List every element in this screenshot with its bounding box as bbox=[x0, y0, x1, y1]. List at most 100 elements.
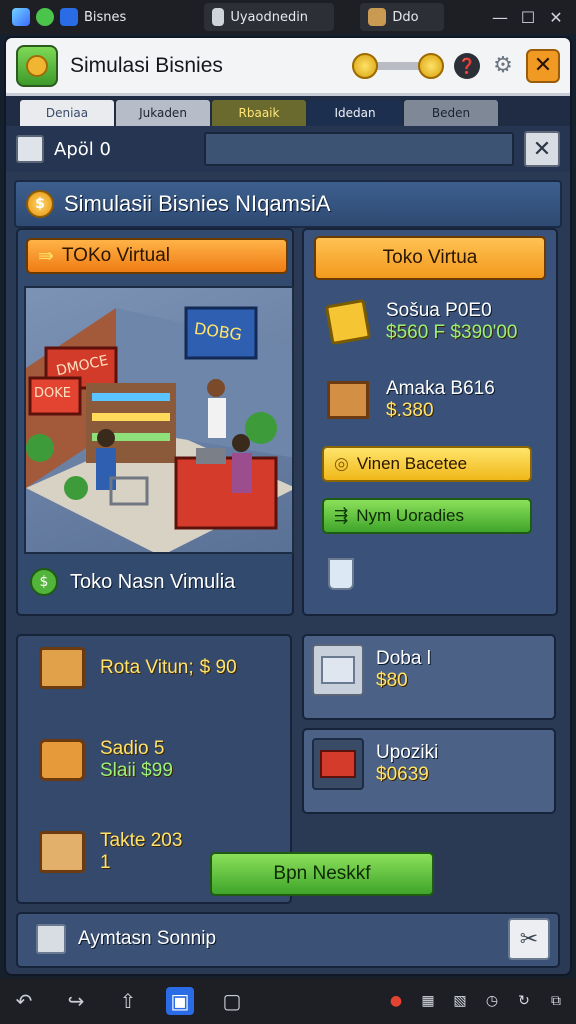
item-price: Slaii $99 bbox=[100, 760, 173, 781]
app-titlebar: Simulasi Bisnies ❓ ⚙ ✕ bbox=[6, 38, 570, 96]
inventory-card-0[interactable]: Doba l $80 bbox=[302, 634, 556, 720]
search-label: Apöl 0 bbox=[54, 138, 111, 160]
os-tab-label: Ddo bbox=[392, 9, 419, 25]
document-icon bbox=[16, 135, 44, 163]
cash-register-icon bbox=[312, 738, 364, 790]
layers-icon bbox=[12, 8, 30, 26]
item-price: $560 F $390'00 bbox=[386, 322, 518, 343]
window-mode-icon[interactable]: ⧉ bbox=[546, 991, 566, 1011]
search-input[interactable] bbox=[204, 132, 514, 166]
tab-2[interactable]: Rbaaik bbox=[212, 100, 306, 126]
blue-app-icon bbox=[60, 8, 78, 26]
picture-icon[interactable]: ▧ bbox=[450, 991, 470, 1011]
save-icon[interactable]: ▣ bbox=[166, 987, 194, 1015]
grocery-box-icon bbox=[36, 826, 88, 878]
cash-icon: ⇛ bbox=[38, 245, 54, 267]
item-name: Sadio 5 bbox=[100, 738, 165, 759]
os-tab-0[interactable]: Bisnes bbox=[4, 3, 134, 31]
cash-icon: ⇶ bbox=[334, 506, 349, 525]
inventory-item-0[interactable]: Rota Vitun; $ 90 bbox=[36, 642, 237, 694]
drink-cup-icon bbox=[328, 558, 354, 590]
redo-icon[interactable]: ↪ bbox=[62, 987, 90, 1015]
shop-illustration: DMOCE DOKE DOBG bbox=[24, 286, 294, 554]
os-tab-label: Bisnes bbox=[84, 9, 127, 25]
item-price: $.380 bbox=[386, 400, 434, 421]
item-name: Rota Vitun; bbox=[100, 657, 194, 678]
box-icon bbox=[322, 374, 374, 426]
coin-slider[interactable] bbox=[352, 52, 444, 79]
item-name: Takte 203 bbox=[100, 830, 183, 851]
share-icon[interactable]: ⇧ bbox=[114, 987, 142, 1015]
item-price: $80 bbox=[376, 670, 408, 691]
card-content: Upoziki $0639 bbox=[312, 738, 438, 790]
window-icon bbox=[212, 8, 225, 26]
os-tab-1[interactable]: Uyaodnedin bbox=[204, 3, 335, 31]
banner-title: Simulasii Bisnies NIqamsiA bbox=[64, 191, 331, 216]
minimize-icon[interactable]: — bbox=[486, 3, 514, 31]
clear-search-button[interactable]: ✕ bbox=[524, 131, 560, 167]
button-label: Toko Virtua bbox=[382, 247, 478, 268]
button-label: Vinen Bacetee bbox=[356, 454, 468, 473]
button-label: Nym Uoradies bbox=[356, 506, 464, 525]
os-tab-2[interactable]: Ddo bbox=[360, 3, 445, 31]
item-price: $0639 bbox=[376, 764, 429, 785]
maximize-icon[interactable]: ☐ bbox=[514, 3, 542, 31]
shop-sign-1: DOKE bbox=[34, 386, 71, 401]
shop-caption-row: $ Toko Nasn Vimulia bbox=[30, 568, 235, 596]
item-name: Doba l bbox=[376, 648, 431, 669]
item-price: 1 bbox=[100, 852, 111, 873]
inventory-item-2[interactable]: Takte 203 1 bbox=[36, 826, 182, 878]
item-name: Upoziki bbox=[376, 742, 439, 763]
bpn-action-button[interactable]: Bpn Neskkf bbox=[210, 852, 434, 896]
coin-icon bbox=[352, 52, 378, 79]
system-nav-bar: ↶ ↪ ⇧ ▣ ▢ ● ▦ ▧ ◷ ↻ ⧉ bbox=[0, 978, 576, 1024]
close-window-icon[interactable]: ✕ bbox=[542, 3, 570, 31]
close-button[interactable]: ✕ bbox=[526, 48, 560, 83]
card-content: Doba l $80 bbox=[312, 644, 431, 696]
footer-content: Aymtasn Sonnip bbox=[36, 924, 216, 954]
right-item-0[interactable]: Sošua P0E0 $560 F $390'00 bbox=[322, 296, 517, 348]
shop-caption: Toko Nasn Vimulia bbox=[70, 570, 236, 593]
image-icon[interactable]: ▢ bbox=[218, 987, 246, 1015]
footer-label: Aymtasn Sonnip bbox=[78, 928, 217, 949]
gift-box-icon bbox=[36, 924, 66, 954]
footer-bar: Aymtasn Sonnip ✂ bbox=[16, 912, 560, 968]
item-name: Sošua P0E0 bbox=[386, 300, 492, 321]
section-banner: $ Simulasii Bisnies NIqamsiA bbox=[14, 180, 562, 228]
green-app-icon bbox=[36, 8, 54, 26]
tab-4[interactable]: Beden bbox=[404, 100, 498, 126]
dollar-coin-icon: $ bbox=[26, 190, 54, 218]
search-row: Apöl 0 ✕ bbox=[6, 126, 570, 172]
box-icon bbox=[368, 8, 387, 26]
right-item-1[interactable]: Amaka B616 $.380 bbox=[322, 374, 495, 426]
coin-icon bbox=[418, 52, 444, 79]
tab-0[interactable]: Deniaa bbox=[20, 100, 114, 126]
inventory-card-1[interactable]: Upoziki $0639 bbox=[302, 728, 556, 814]
tools-button[interactable]: ✂ bbox=[508, 918, 550, 960]
green-action-button[interactable]: ⇶ Nym Uoradies bbox=[322, 498, 532, 534]
os-tab-label: Uyaodnedin bbox=[230, 9, 309, 25]
toko-virtua-button[interactable]: Toko Virtua bbox=[314, 236, 546, 280]
toko-virtual-button[interactable]: ⇛ TOKo Virtual bbox=[26, 238, 288, 274]
record-icon[interactable]: ● bbox=[386, 991, 406, 1011]
help-icon[interactable]: ❓ bbox=[454, 52, 480, 79]
os-tab-bar: Bisnes Uyaodnedin Ddo — ☐ ✕ bbox=[0, 0, 576, 34]
tab-strip: Deniaa Jukaden Rbaaik Idedan Beden bbox=[6, 96, 570, 126]
gamepad-icon[interactable]: ▦ bbox=[418, 991, 438, 1011]
basket-icon bbox=[36, 734, 88, 786]
button-label: TOKo Virtual bbox=[61, 245, 170, 266]
refresh-icon[interactable]: ↻ bbox=[514, 991, 534, 1011]
tab-1[interactable]: Jukaden bbox=[116, 100, 210, 126]
tablet-icon bbox=[322, 296, 374, 348]
tab-3[interactable]: Idedan bbox=[308, 100, 402, 126]
gear-icon[interactable]: ⚙ bbox=[490, 53, 516, 79]
inventory-item-1[interactable]: Sadio 5 Slaii $99 bbox=[36, 734, 173, 786]
item-price: $ 90 bbox=[199, 657, 237, 678]
button-label: Bpn Neskkf bbox=[273, 863, 371, 884]
clock-icon[interactable]: ◷ bbox=[482, 991, 502, 1011]
back-icon[interactable]: ↶ bbox=[10, 987, 38, 1015]
yellow-action-button[interactable]: ◎ Vinen Bacetee bbox=[322, 446, 532, 482]
app-logo-icon bbox=[16, 44, 58, 87]
coin-icon: ◎ bbox=[334, 454, 349, 473]
check-coin-icon: $ bbox=[30, 568, 58, 596]
